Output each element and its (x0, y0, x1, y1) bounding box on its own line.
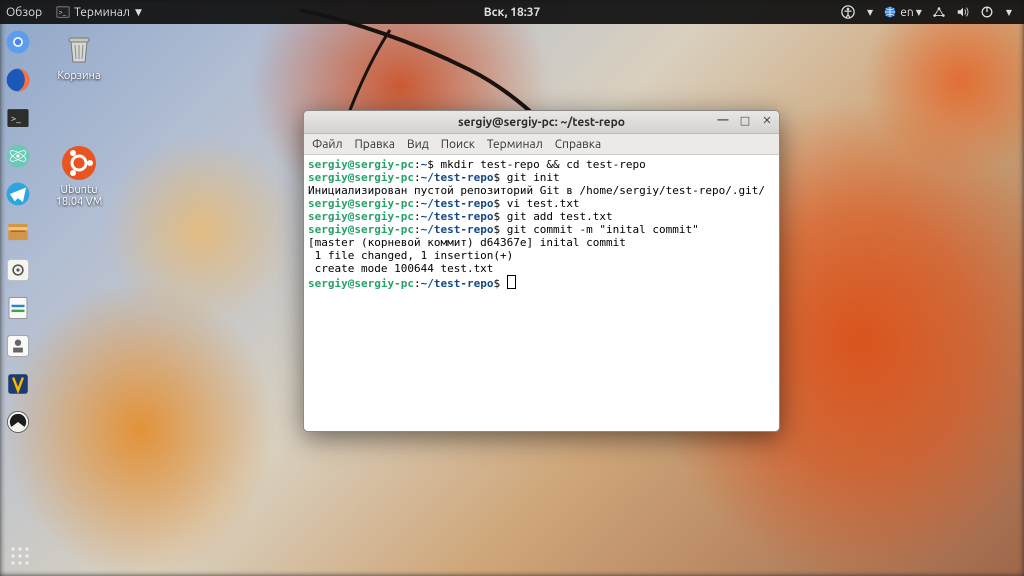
power-icon[interactable] (980, 5, 994, 19)
dock-files[interactable] (2, 216, 34, 248)
trash-icon (60, 30, 98, 68)
dock-terminal[interactable]: >_ (2, 102, 34, 134)
terminal-app-indicator-icon: >_ (56, 5, 70, 19)
window-close-button[interactable]: ✕ (761, 114, 773, 127)
dock-telegram[interactable] (2, 178, 34, 210)
terminal-output[interactable]: sergiy@sergiy-pc:~$ mkdir test-repo && c… (304, 155, 779, 431)
ubuntu-icon (60, 144, 98, 182)
window-title: sergiy@sergiy-pc: ~/test-repo (458, 116, 625, 129)
desktop-trash[interactable]: Корзина (48, 30, 110, 82)
chevron-down-icon: ▼ (135, 7, 142, 18)
accessibility-icon[interactable] (841, 5, 855, 19)
menu-edit[interactable]: Правка (355, 138, 395, 151)
window-maximize-button[interactable]: □ (739, 114, 751, 127)
language-indicator[interactable]: en ▼ (883, 5, 922, 19)
dock-atom[interactable] (2, 140, 34, 172)
terminal-window: sergiy@sergiy-pc: ~/test-repo — □ ✕ Файл… (303, 110, 780, 432)
show-applications-icon[interactable] (10, 546, 30, 566)
top-bar: Обзор >_ Терминал ▼ Вск, 18:37 ▼ en ▼ ▼ (0, 0, 1024, 24)
dock-virtualbox[interactable] (2, 368, 34, 400)
desktop-trash-label: Корзина (48, 70, 110, 82)
menu-search[interactable]: Поиск (441, 138, 475, 151)
dock-firefox[interactable] (2, 64, 34, 96)
menu-terminal[interactable]: Терминал (487, 138, 543, 151)
dock-libreoffice[interactable] (2, 292, 34, 324)
globe-icon (883, 5, 897, 19)
dock-settings[interactable] (2, 254, 34, 286)
network-icon[interactable] (932, 5, 946, 19)
app-indicator-label[interactable]: Терминал (74, 6, 130, 19)
volume-icon[interactable] (956, 5, 970, 19)
svg-text:>_: >_ (59, 9, 67, 17)
dock-app10[interactable] (2, 406, 34, 438)
activities-button[interactable]: Обзор (6, 6, 42, 19)
desktop-ubuntu-label: Ubuntu 18.04 VM (48, 184, 110, 208)
window-minimize-button[interactable]: — (717, 114, 729, 127)
chevron-down-icon: ▼ (916, 8, 922, 17)
menu-file[interactable]: Файл (312, 138, 343, 151)
menu-help[interactable]: Справка (555, 138, 601, 151)
language-label: en (900, 6, 913, 19)
dock: >_ (2, 26, 38, 438)
desktop-ubuntu-vm[interactable]: Ubuntu 18.04 VM (48, 144, 110, 208)
svg-text:>_: >_ (11, 112, 21, 123)
dock-app8[interactable] (2, 330, 34, 362)
chevron-down-icon: ▼ (867, 8, 873, 17)
window-titlebar[interactable]: sergiy@sergiy-pc: ~/test-repo — □ ✕ (304, 111, 779, 134)
chevron-down-icon: ▼ (1006, 8, 1012, 17)
dock-chromium[interactable] (2, 26, 34, 58)
menu-view[interactable]: Вид (407, 138, 429, 151)
window-menubar: Файл Правка Вид Поиск Терминал Справка (304, 134, 779, 155)
clock[interactable]: Вск, 18:37 (484, 6, 541, 19)
